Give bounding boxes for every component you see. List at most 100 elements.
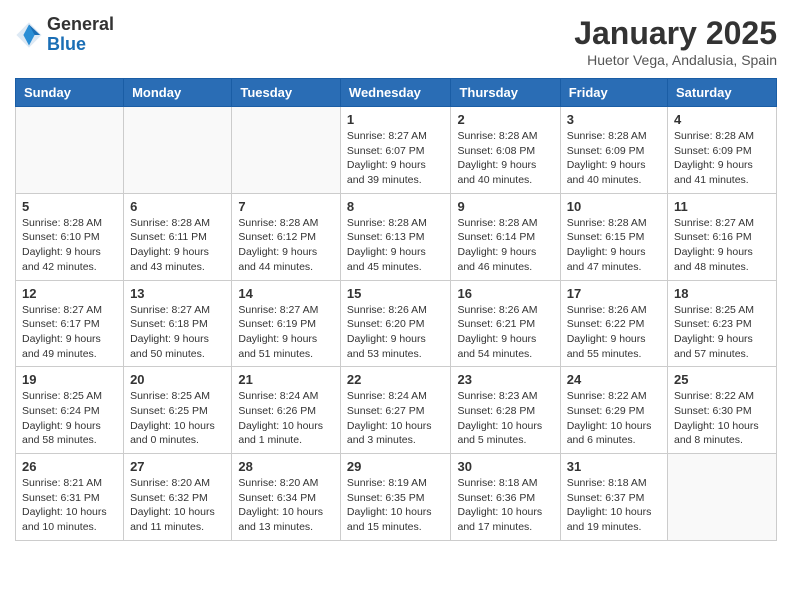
calendar-cell: 28 Sunrise: 8:20 AM Sunset: 6:34 PM Dayli…: [232, 454, 341, 541]
weekday-header-wednesday: Wednesday: [340, 79, 451, 107]
day-number: 28: [238, 459, 334, 474]
calendar-cell: 19 Sunrise: 8:25 AM Sunset: 6:24 PM Dayli…: [16, 367, 124, 454]
day-number: 5: [22, 199, 117, 214]
calendar-cell: 7 Sunrise: 8:28 AM Sunset: 6:12 PM Daylig…: [232, 193, 341, 280]
day-number: 19: [22, 372, 117, 387]
location: Huetor Vega, Andalusia, Spain: [574, 52, 777, 68]
calendar-cell: 1Sunrise: 8:27 AM Sunset: 6:07 PM Daylig…: [340, 107, 451, 194]
week-row-1: 1Sunrise: 8:27 AM Sunset: 6:07 PM Daylig…: [16, 107, 777, 194]
calendar-cell: 22 Sunrise: 8:24 AM Sunset: 6:27 PM Dayli…: [340, 367, 451, 454]
day-info: Sunrise: 8:25 AM Sunset: 6:25 PM Dayligh…: [130, 389, 225, 448]
day-number: 23: [457, 372, 553, 387]
calendar-cell: 8Sunrise: 8:28 AM Sunset: 6:13 PM Daylig…: [340, 193, 451, 280]
logo-icon: [15, 21, 43, 49]
page-header: General Blue January 2025 Huetor Vega, A…: [15, 15, 777, 68]
day-number: 26: [22, 459, 117, 474]
day-info: Sunrise: 8:18 AM Sunset: 6:37 PM Dayligh…: [567, 476, 661, 535]
week-row-3: 12 Sunrise: 8:27 AM Sunset: 6:17 PM Dayli…: [16, 280, 777, 367]
calendar-cell: [232, 107, 341, 194]
calendar-table: SundayMondayTuesdayWednesdayThursdayFrid…: [15, 78, 777, 541]
calendar-cell: 30 Sunrise: 8:18 AM Sunset: 6:36 PM Dayli…: [451, 454, 560, 541]
header-row: SundayMondayTuesdayWednesdayThursdayFrid…: [16, 79, 777, 107]
day-number: 12: [22, 286, 117, 301]
calendar-cell: 26 Sunrise: 8:21 AM Sunset: 6:31 PM Dayli…: [16, 454, 124, 541]
calendar-cell: 11Sunrise: 8:27 AM Sunset: 6:16 PM Dayli…: [668, 193, 777, 280]
day-info: Sunrise: 8:20 AM Sunset: 6:32 PM Dayligh…: [130, 476, 225, 535]
day-number: 20: [130, 372, 225, 387]
day-number: 21: [238, 372, 334, 387]
day-info: Sunrise: 8:26 AM Sunset: 6:20 PM Dayligh…: [347, 303, 445, 362]
day-number: 7: [238, 199, 334, 214]
day-number: 18: [674, 286, 770, 301]
day-number: 29: [347, 459, 445, 474]
day-info: Sunrise: 8:28 AM Sunset: 6:15 PM Dayligh…: [567, 216, 661, 275]
calendar-cell: 20 Sunrise: 8:25 AM Sunset: 6:25 PM Dayli…: [124, 367, 232, 454]
calendar-cell: 25 Sunrise: 8:22 AM Sunset: 6:30 PM Dayli…: [668, 367, 777, 454]
day-info: Sunrise: 8:21 AM Sunset: 6:31 PM Dayligh…: [22, 476, 117, 535]
day-info: Sunrise: 8:25 AM Sunset: 6:23 PM Dayligh…: [674, 303, 770, 362]
day-number: 8: [347, 199, 445, 214]
day-number: 17: [567, 286, 661, 301]
day-number: 6: [130, 199, 225, 214]
calendar-cell: 14 Sunrise: 8:27 AM Sunset: 6:19 PM Dayli…: [232, 280, 341, 367]
calendar-cell: 17Sunrise: 8:26 AM Sunset: 6:22 PM Dayli…: [560, 280, 667, 367]
calendar-cell: 2Sunrise: 8:28 AM Sunset: 6:08 PM Daylig…: [451, 107, 560, 194]
calendar-cell: 16 Sunrise: 8:26 AM Sunset: 6:21 PM Dayli…: [451, 280, 560, 367]
calendar-cell: 18 Sunrise: 8:25 AM Sunset: 6:23 PM Dayli…: [668, 280, 777, 367]
day-info: Sunrise: 8:18 AM Sunset: 6:36 PM Dayligh…: [457, 476, 553, 535]
calendar-cell: 3Sunrise: 8:28 AM Sunset: 6:09 PM Daylig…: [560, 107, 667, 194]
day-number: 22: [347, 372, 445, 387]
calendar-cell: 15Sunrise: 8:26 AM Sunset: 6:20 PM Dayli…: [340, 280, 451, 367]
day-info: Sunrise: 8:26 AM Sunset: 6:21 PM Dayligh…: [457, 303, 553, 362]
calendar-cell: 6Sunrise: 8:28 AM Sunset: 6:11 PM Daylig…: [124, 193, 232, 280]
weekday-header-sunday: Sunday: [16, 79, 124, 107]
day-info: Sunrise: 8:24 AM Sunset: 6:27 PM Dayligh…: [347, 389, 445, 448]
day-info: Sunrise: 8:22 AM Sunset: 6:30 PM Dayligh…: [674, 389, 770, 448]
day-info: Sunrise: 8:27 AM Sunset: 6:07 PM Dayligh…: [347, 129, 445, 188]
day-number: 10: [567, 199, 661, 214]
calendar-cell: 13Sunrise: 8:27 AM Sunset: 6:18 PM Dayli…: [124, 280, 232, 367]
day-info: Sunrise: 8:23 AM Sunset: 6:28 PM Dayligh…: [457, 389, 553, 448]
day-number: 4: [674, 112, 770, 127]
calendar-cell: [124, 107, 232, 194]
week-row-5: 26 Sunrise: 8:21 AM Sunset: 6:31 PM Dayli…: [16, 454, 777, 541]
week-row-2: 5Sunrise: 8:28 AM Sunset: 6:10 PM Daylig…: [16, 193, 777, 280]
day-info: Sunrise: 8:27 AM Sunset: 6:19 PM Dayligh…: [238, 303, 334, 362]
day-info: Sunrise: 8:28 AM Sunset: 6:08 PM Dayligh…: [457, 129, 553, 188]
day-number: 25: [674, 372, 770, 387]
day-info: Sunrise: 8:25 AM Sunset: 6:24 PM Dayligh…: [22, 389, 117, 448]
calendar-cell: 5Sunrise: 8:28 AM Sunset: 6:10 PM Daylig…: [16, 193, 124, 280]
calendar-cell: 4 Sunrise: 8:28 AM Sunset: 6:09 PM Daylig…: [668, 107, 777, 194]
calendar-cell: 29 Sunrise: 8:19 AM Sunset: 6:35 PM Dayli…: [340, 454, 451, 541]
calendar-cell: 31 Sunrise: 8:18 AM Sunset: 6:37 PM Dayli…: [560, 454, 667, 541]
calendar-cell: [16, 107, 124, 194]
day-info: Sunrise: 8:28 AM Sunset: 6:09 PM Dayligh…: [674, 129, 770, 188]
logo-blue: Blue: [47, 35, 114, 55]
week-row-4: 19 Sunrise: 8:25 AM Sunset: 6:24 PM Dayli…: [16, 367, 777, 454]
day-info: Sunrise: 8:27 AM Sunset: 6:17 PM Dayligh…: [22, 303, 117, 362]
calendar-cell: 27 Sunrise: 8:20 AM Sunset: 6:32 PM Dayli…: [124, 454, 232, 541]
day-number: 27: [130, 459, 225, 474]
month-title: January 2025: [574, 15, 777, 52]
day-info: Sunrise: 8:28 AM Sunset: 6:12 PM Dayligh…: [238, 216, 334, 275]
day-info: Sunrise: 8:19 AM Sunset: 6:35 PM Dayligh…: [347, 476, 445, 535]
calendar-cell: 23 Sunrise: 8:23 AM Sunset: 6:28 PM Dayli…: [451, 367, 560, 454]
calendar-cell: 24Sunrise: 8:22 AM Sunset: 6:29 PM Dayli…: [560, 367, 667, 454]
day-info: Sunrise: 8:28 AM Sunset: 6:14 PM Dayligh…: [457, 216, 553, 275]
calendar-cell: [668, 454, 777, 541]
day-info: Sunrise: 8:28 AM Sunset: 6:09 PM Dayligh…: [567, 129, 661, 188]
weekday-header-saturday: Saturday: [668, 79, 777, 107]
calendar-cell: 21Sunrise: 8:24 AM Sunset: 6:26 PM Dayli…: [232, 367, 341, 454]
calendar-cell: 10 Sunrise: 8:28 AM Sunset: 6:15 PM Dayli…: [560, 193, 667, 280]
weekday-header-friday: Friday: [560, 79, 667, 107]
day-number: 14: [238, 286, 334, 301]
day-info: Sunrise: 8:20 AM Sunset: 6:34 PM Dayligh…: [238, 476, 334, 535]
day-number: 30: [457, 459, 553, 474]
weekday-header-thursday: Thursday: [451, 79, 560, 107]
logo-general: General: [47, 15, 114, 35]
calendar-cell: 12 Sunrise: 8:27 AM Sunset: 6:17 PM Dayli…: [16, 280, 124, 367]
day-info: Sunrise: 8:27 AM Sunset: 6:16 PM Dayligh…: [674, 216, 770, 275]
day-number: 31: [567, 459, 661, 474]
day-info: Sunrise: 8:22 AM Sunset: 6:29 PM Dayligh…: [567, 389, 661, 448]
day-number: 16: [457, 286, 553, 301]
